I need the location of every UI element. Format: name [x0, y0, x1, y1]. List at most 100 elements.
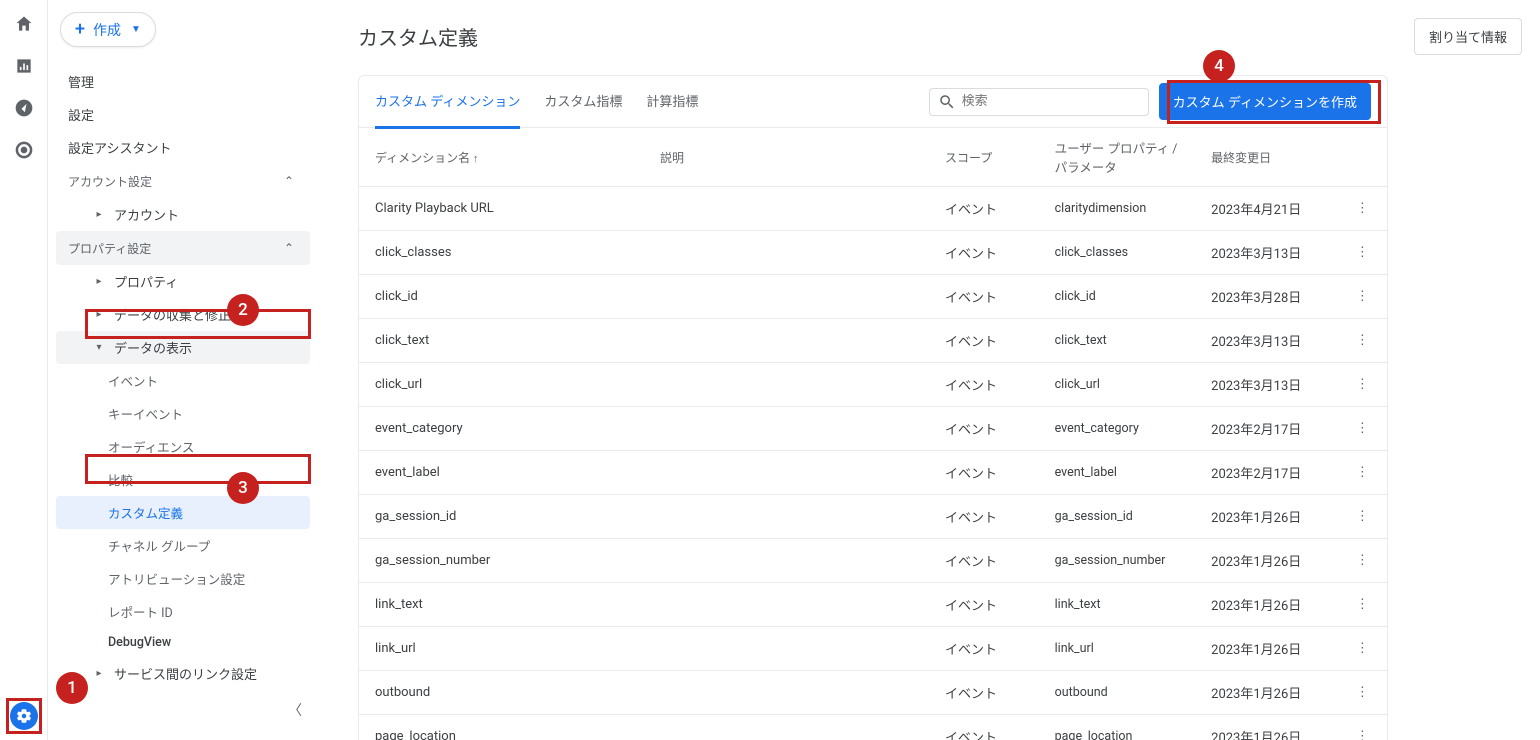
cell-desc [644, 495, 929, 539]
sidebar-item-1[interactable]: 設定 [56, 98, 310, 131]
cell-prop: click_classes [1039, 231, 1196, 275]
sidebar-item-property[interactable]: ▸プロパティ [56, 265, 310, 298]
cell-prop: page_location [1039, 715, 1196, 740]
tab-calculated-metrics[interactable]: 計算指標 [646, 75, 698, 129]
col-header-date[interactable]: 最終変更日 [1195, 128, 1338, 187]
col-header-name[interactable]: ディメンション名 [359, 128, 644, 187]
tab-custom-metrics[interactable]: カスタム指標 [544, 75, 622, 129]
cell-prop: outbound [1039, 671, 1196, 715]
cell-name: link_text [359, 583, 644, 627]
arrow-right-icon: ▸ [92, 309, 106, 320]
cell-name: click_text [359, 319, 644, 363]
sidebar-subitem-イベント[interactable]: イベント [56, 364, 310, 397]
row-menu-icon[interactable]: ⋮ [1338, 539, 1387, 583]
sidebar-subitem-オーディエンス[interactable]: オーディエンス [56, 430, 310, 463]
row-menu-icon[interactable]: ⋮ [1338, 495, 1387, 539]
row-menu-icon[interactable]: ⋮ [1338, 715, 1387, 740]
row-menu-icon[interactable]: ⋮ [1338, 671, 1387, 715]
cell-scope: イベント [929, 319, 1039, 363]
row-menu-icon[interactable]: ⋮ [1338, 187, 1387, 231]
plus-icon: + [75, 19, 85, 40]
sidebar-subitem-DebugView[interactable]: DebugView [56, 628, 310, 657]
cell-date: 2023年2月17日 [1195, 451, 1338, 495]
row-menu-icon[interactable]: ⋮ [1338, 275, 1387, 319]
sidebar-item-2[interactable]: 設定アシスタント [56, 131, 310, 164]
sidebar-item-data-collection[interactable]: ▸データの収集と修正 [56, 298, 310, 331]
cell-scope: イベント [929, 539, 1039, 583]
sidebar-subitem-チャネル グループ[interactable]: チャネル グループ [56, 529, 310, 562]
cell-desc [644, 451, 929, 495]
cell-date: 2023年2月17日 [1195, 407, 1338, 451]
cell-prop: ga_session_number [1039, 539, 1196, 583]
col-header-property[interactable]: ユーザー プロパティ / パラメータ [1039, 128, 1196, 187]
search-box[interactable] [929, 88, 1149, 116]
page-title: カスタム定義 [358, 22, 478, 51]
dimensions-table: ディメンション名 説明 スコープ ユーザー プロパティ / パラメータ 最終変更… [359, 128, 1387, 740]
cell-scope: イベント [929, 407, 1039, 451]
annotation-badge-4: 4 [1203, 50, 1235, 82]
table-row: ga_session_number イベント ga_session_number… [359, 539, 1387, 583]
row-menu-icon[interactable]: ⋮ [1338, 583, 1387, 627]
sidebar-subitem-レポート ID[interactable]: レポート ID [56, 595, 310, 628]
arrow-down-icon: ▾ [92, 342, 106, 353]
create-dimension-button[interactable]: カスタム ディメンションを作成 [1159, 83, 1371, 120]
home-icon[interactable] [12, 12, 36, 36]
row-menu-icon[interactable]: ⋮ [1338, 231, 1387, 275]
cell-desc [644, 187, 929, 231]
sidebar-subitem-アトリビューション設定[interactable]: アトリビューション設定 [56, 562, 310, 595]
cell-name: click_url [359, 363, 644, 407]
cell-name: ga_session_number [359, 539, 644, 583]
admin-gear-icon[interactable] [10, 702, 38, 730]
arrow-right-icon: ▸ [92, 668, 106, 679]
row-menu-icon[interactable]: ⋮ [1338, 451, 1387, 495]
row-menu-icon[interactable]: ⋮ [1338, 319, 1387, 363]
cell-scope: イベント [929, 627, 1039, 671]
annotation-badge-3: 3 [227, 472, 259, 504]
cell-date: 2023年4月21日 [1195, 187, 1338, 231]
sidebar-item-service-links[interactable]: ▸サービス間のリンク設定 [56, 657, 310, 690]
cell-date: 2023年1月26日 [1195, 583, 1338, 627]
cell-prop: event_label [1039, 451, 1196, 495]
tab-custom-dimensions[interactable]: カスタム ディメンション [375, 75, 520, 129]
row-menu-icon[interactable]: ⋮ [1338, 627, 1387, 671]
sidebar-subitem-キーイベント[interactable]: キーイベント [56, 397, 310, 430]
create-label: 作成 [93, 20, 121, 40]
property-settings-section[interactable]: プロパティ設定 ⌃ [56, 231, 310, 265]
sidebar-item-0[interactable]: 管理 [56, 65, 310, 98]
cell-scope: イベント [929, 275, 1039, 319]
cell-scope: イベント [929, 495, 1039, 539]
cell-prop: link_text [1039, 583, 1196, 627]
cell-desc [644, 671, 929, 715]
col-header-description[interactable]: 説明 [644, 128, 929, 187]
collapse-sidebar-icon[interactable]: 〈 [288, 700, 302, 720]
quota-info-button[interactable]: 割り当て情報 [1414, 18, 1522, 55]
sidebar-item-account[interactable]: ▸アカウント [56, 198, 310, 231]
search-input[interactable] [962, 94, 1140, 109]
reports-icon[interactable] [12, 54, 36, 78]
cell-date: 2023年3月13日 [1195, 319, 1338, 363]
row-menu-icon[interactable]: ⋮ [1338, 407, 1387, 451]
account-settings-section[interactable]: アカウント設定 ⌃ [56, 164, 310, 198]
advertising-icon[interactable] [12, 138, 36, 162]
cell-prop: event_category [1039, 407, 1196, 451]
cell-prop: click_id [1039, 275, 1196, 319]
sidebar-subitem-比較[interactable]: 比較 [56, 463, 310, 496]
cell-prop: claritydimension [1039, 187, 1196, 231]
caret-down-icon: ▼ [131, 24, 141, 35]
chevron-up-icon: ⌃ [280, 239, 298, 257]
table-row: event_label イベント event_label 2023年2月17日 … [359, 451, 1387, 495]
table-row: outbound イベント outbound 2023年1月26日 ⋮ [359, 671, 1387, 715]
create-button[interactable]: + 作成 ▼ [60, 12, 156, 47]
explore-icon[interactable] [12, 96, 36, 120]
table-row: page_location イベント page_location 2023年1月… [359, 715, 1387, 740]
cell-desc [644, 275, 929, 319]
cell-desc [644, 407, 929, 451]
col-header-scope[interactable]: スコープ [929, 128, 1039, 187]
row-menu-icon[interactable]: ⋮ [1338, 363, 1387, 407]
chevron-up-icon: ⌃ [280, 172, 298, 190]
sidebar-item-data-display[interactable]: ▾データの表示 [56, 331, 310, 364]
cell-name: ga_session_id [359, 495, 644, 539]
cell-scope: イベント [929, 231, 1039, 275]
cell-date: 2023年3月13日 [1195, 363, 1338, 407]
sidebar-subitem-カスタム定義[interactable]: カスタム定義 [56, 496, 310, 529]
